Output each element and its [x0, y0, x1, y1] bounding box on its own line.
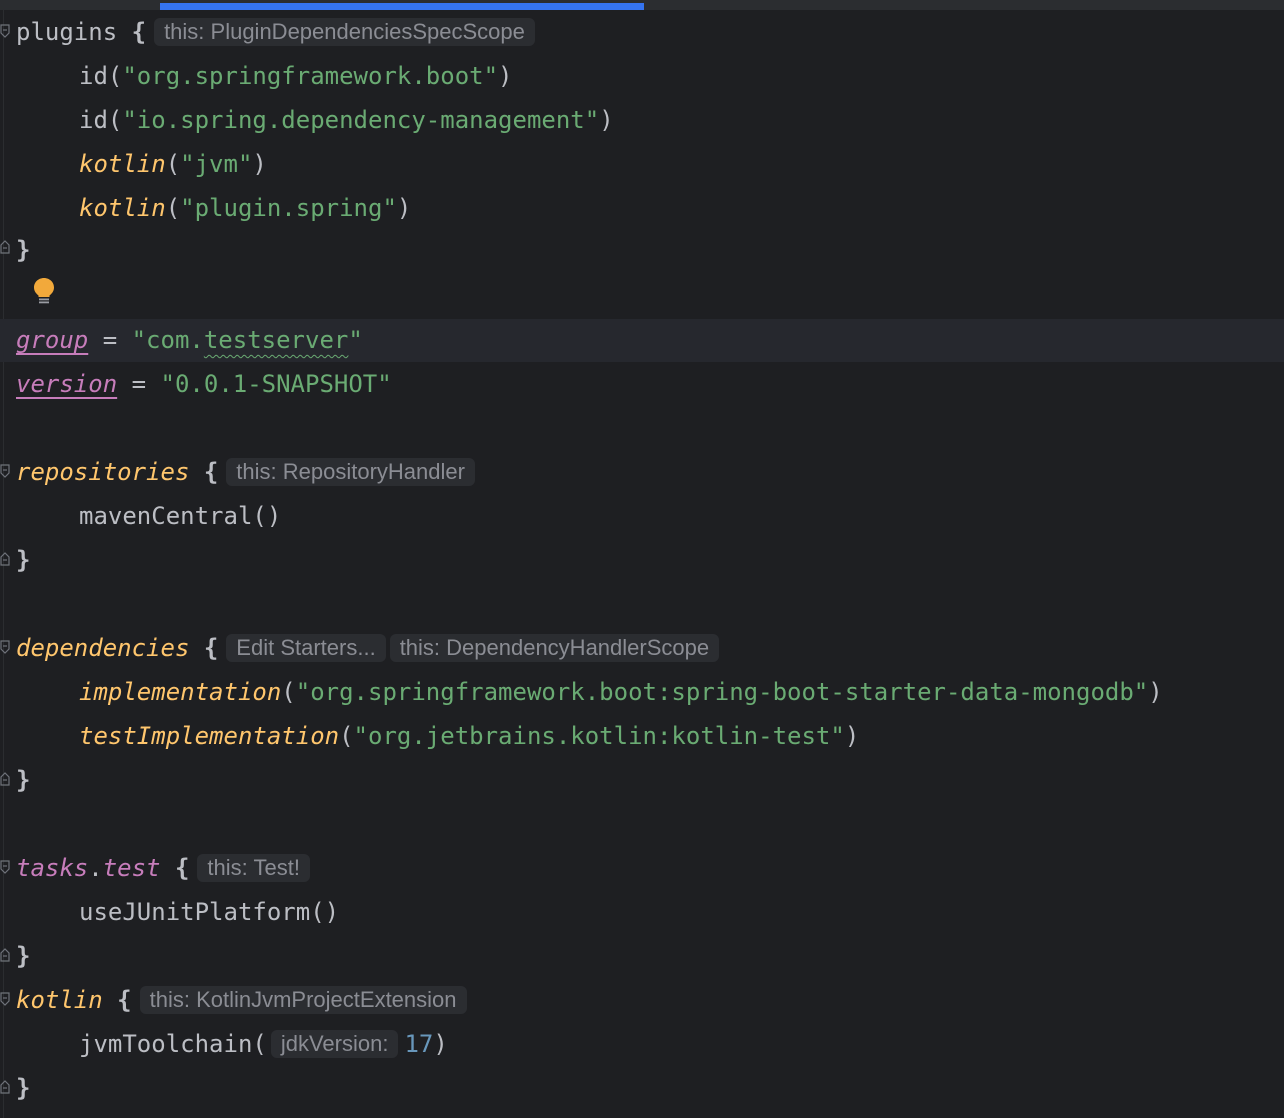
- string-literal[interactable]: "jvm": [180, 142, 252, 186]
- function-name[interactable]: kotlin: [79, 142, 166, 186]
- code-line-use-junit[interactable]: useJUnitPlatform(): [79, 890, 339, 934]
- receiver-type-hint: this: Test!: [197, 854, 310, 882]
- horizontal-scrollbar[interactable]: [0, 0, 1284, 10]
- paren: (: [107, 62, 123, 90]
- string-literal[interactable]: "org.springframework.boot:spring-boot-st…: [296, 670, 1149, 714]
- string-literal[interactable]: ": [348, 318, 362, 362]
- repositories-keyword[interactable]: repositories: [16, 450, 189, 494]
- lightbulb-icon[interactable]: [32, 276, 56, 306]
- function-call[interactable]: useJUnitPlatform(): [79, 890, 339, 934]
- edit-starters-link[interactable]: Edit Starters...: [226, 634, 386, 662]
- typo-highlight[interactable]: testserver: [204, 318, 349, 362]
- string-literal[interactable]: "io.spring.dependency-management": [122, 98, 599, 142]
- fold-open-icon[interactable]: [0, 464, 10, 478]
- open-brace: {: [189, 634, 219, 662]
- kotlin-keyword[interactable]: kotlin: [16, 978, 103, 1022]
- open-brace: {: [117, 18, 147, 46]
- function-call[interactable]: mavenCentral(): [79, 494, 281, 538]
- paren: ): [433, 1030, 448, 1058]
- receiver-type-hint: this: RepositoryHandler: [226, 458, 475, 486]
- fold-open-icon[interactable]: [0, 992, 10, 1006]
- version-property[interactable]: version: [16, 362, 117, 406]
- code-line-maven-central[interactable]: mavenCentral(): [79, 494, 281, 538]
- code-line-implementation[interactable]: implementation("org.springframework.boot…: [79, 670, 1163, 714]
- code-editor[interactable]: plugins {this: PluginDependenciesSpecSco…: [0, 0, 1284, 1118]
- paren: (: [281, 678, 296, 706]
- close-brace: }: [16, 546, 31, 574]
- code-line-dependencies[interactable]: dependencies {Edit Starters... this: Depe…: [16, 626, 720, 670]
- plugins-keyword[interactable]: plugins: [16, 10, 117, 54]
- tasks-property[interactable]: tasks: [16, 846, 88, 890]
- code-line-tasks-test[interactable]: tasks. test {this: Test!: [16, 846, 310, 890]
- dot-operator: .: [88, 854, 103, 882]
- code-line-jvm-toolchain[interactable]: jvmToolchain(jdkVersion: 17): [79, 1022, 448, 1066]
- paren: ): [1148, 678, 1163, 706]
- string-literal[interactable]: "0.0.1-SNAPSHOT": [161, 362, 392, 406]
- code-line-plugins[interactable]: plugins {this: PluginDependenciesSpecSco…: [16, 10, 535, 54]
- function-name[interactable]: implementation: [79, 670, 281, 714]
- string-literal[interactable]: "com.: [132, 318, 204, 362]
- open-brace: {: [189, 458, 219, 486]
- paren: ): [396, 194, 412, 222]
- string-literal[interactable]: "org.jetbrains.kotlin:kotlin-test": [354, 714, 845, 758]
- fold-open-icon[interactable]: [0, 640, 10, 654]
- paren: (: [165, 194, 181, 222]
- paren: (: [165, 150, 181, 178]
- string-literal[interactable]: "org.springframework.boot": [122, 54, 498, 98]
- test-property[interactable]: test: [103, 846, 161, 890]
- paren: ): [252, 150, 267, 178]
- code-line-close[interactable]: }: [16, 758, 30, 802]
- paren: ): [599, 106, 614, 134]
- function-name[interactable]: id: [79, 54, 108, 98]
- code-line-plugin-kotlin[interactable]: kotlin("jvm"): [79, 142, 267, 186]
- code-line-group[interactable]: group = "com. testserver ": [16, 318, 363, 362]
- close-brace: }: [16, 766, 31, 794]
- function-name[interactable]: testImplementation: [79, 714, 339, 758]
- fold-open-icon[interactable]: [0, 24, 10, 38]
- paren: ): [844, 722, 860, 750]
- code-line-repositories[interactable]: repositories {this: RepositoryHandler: [16, 450, 475, 494]
- code-line-plugin-id[interactable]: id("io.spring.dependency-management"): [79, 98, 614, 142]
- fold-close-icon[interactable]: [0, 772, 10, 786]
- scrollbar-thumb[interactable]: [160, 3, 644, 10]
- fold-close-icon[interactable]: [0, 1080, 10, 1094]
- assign-operator: =: [88, 326, 132, 354]
- code-line-test-implementation[interactable]: testImplementation("org.jetbrains.kotlin…: [79, 714, 859, 758]
- code-line-version[interactable]: version = "0.0.1-SNAPSHOT": [16, 362, 392, 406]
- group-property[interactable]: group: [16, 318, 88, 362]
- code-line-close[interactable]: }: [16, 934, 30, 978]
- dependencies-keyword[interactable]: dependencies: [16, 626, 189, 670]
- code-line-close[interactable]: }: [16, 228, 30, 272]
- code-line-close[interactable]: }: [16, 1066, 30, 1110]
- close-brace: }: [16, 236, 31, 264]
- paren: (: [339, 722, 354, 750]
- paren: (: [107, 106, 123, 134]
- number-literal[interactable]: 17: [404, 1022, 433, 1066]
- function-name[interactable]: jvmToolchain(: [79, 1022, 267, 1066]
- code-line-close[interactable]: }: [16, 538, 30, 582]
- string-literal[interactable]: "plugin.spring": [180, 186, 397, 230]
- code-line-kotlin[interactable]: kotlin {this: KotlinJvmProjectExtension: [16, 978, 467, 1022]
- fold-close-icon[interactable]: [0, 948, 10, 962]
- receiver-type-hint: this: KotlinJvmProjectExtension: [139, 986, 467, 1014]
- fold-close-icon[interactable]: [0, 240, 10, 254]
- receiver-type-hint: this: DependencyHandlerScope: [389, 634, 720, 662]
- function-name[interactable]: id: [79, 98, 108, 142]
- fold-close-icon[interactable]: [0, 552, 10, 566]
- fold-open-icon[interactable]: [0, 860, 10, 874]
- open-brace: {: [102, 986, 132, 1014]
- receiver-type-hint: this: PluginDependenciesSpecScope: [154, 18, 535, 46]
- paren: ): [498, 62, 513, 90]
- function-name[interactable]: kotlin: [79, 186, 166, 230]
- code-line-plugin-id[interactable]: id("org.springframework.boot"): [79, 54, 513, 98]
- parameter-name-hint: jdkVersion:: [270, 1030, 399, 1058]
- close-brace: }: [16, 942, 31, 970]
- assign-operator: =: [117, 370, 161, 398]
- code-line-plugin-kotlin[interactable]: kotlin("plugin.spring"): [79, 186, 411, 230]
- open-brace: {: [160, 854, 190, 882]
- close-brace: }: [16, 1074, 31, 1102]
